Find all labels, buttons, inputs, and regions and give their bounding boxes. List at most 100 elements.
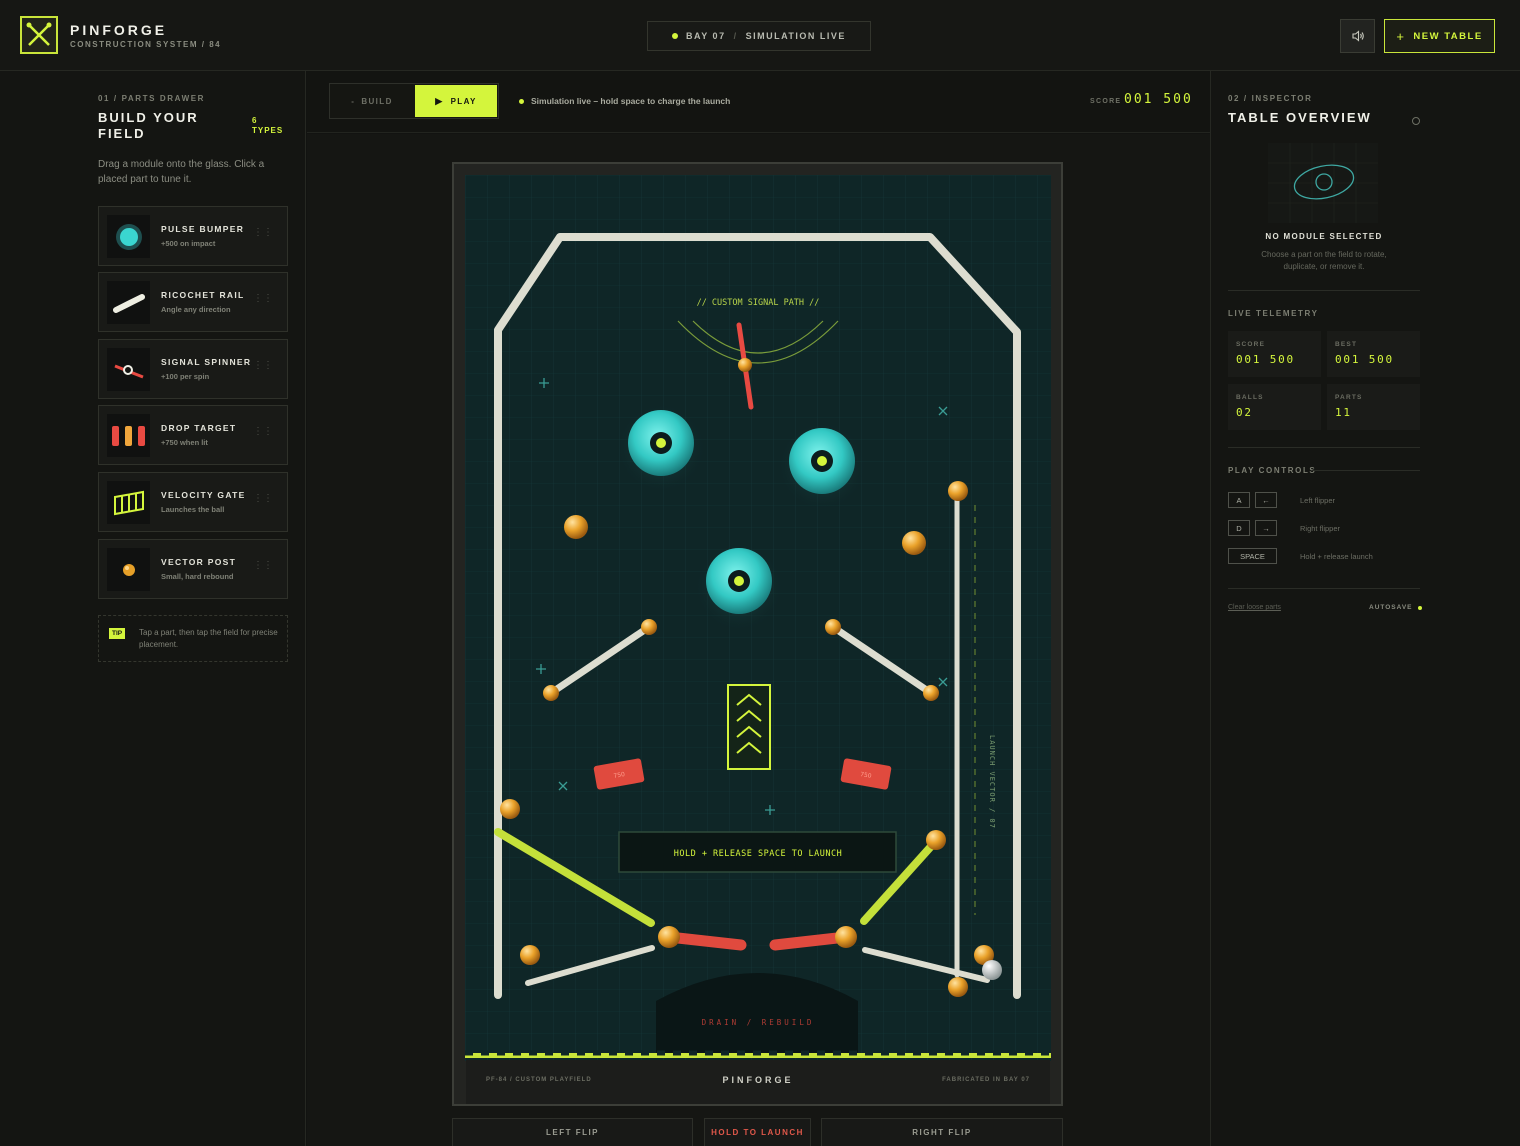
part-velocity-gate[interactable]: VELOCITY GATE Launches the ball ⋮⋮ [98,472,288,532]
simulation-status: BAY 07 / SIMULATION LIVE [647,21,871,51]
telemetry-section-label: LIVE TELEMETRY [1228,309,1319,318]
brand-subtitle: CONSTRUCTION SYSTEM / 84 [70,40,222,49]
playfield[interactable]: LAUNCH VECTOR / 07 // CUSTOM SIGNAL PATH… [465,175,1051,1061]
part-name: PULSE BUMPER [161,224,245,234]
part-drop-target[interactable]: DROP TARGET +750 when lit ⋮⋮ [98,405,288,465]
app-header: PINFORGE CONSTRUCTION SYSTEM / 84 BAY 07… [0,0,1520,71]
bay-label: BAY 07 [686,31,726,41]
autosave-dot-icon [1417,605,1422,610]
fabrication-note: FABRICATED IN BAY 07 [942,1077,1030,1083]
pulse-bumper[interactable] [617,404,705,492]
control-description: Right flipper [1300,524,1341,533]
telemetry-label: BALLS [1236,394,1264,401]
build-mode-button[interactable]: - BUILD [330,84,414,118]
vector-post[interactable] [902,531,926,555]
vector-post[interactable] [948,481,968,501]
drag-handle-icon[interactable]: ⋮⋮ [253,361,273,371]
telemetry-value: 001 500 [1236,353,1295,366]
launch-vector-label: LAUNCH VECTOR / 07 [988,735,996,829]
divider [1312,470,1420,471]
velocity-gate-icon [107,481,150,524]
sound-toggle-button[interactable] [1340,19,1375,53]
key-right-arrow: → [1255,520,1277,536]
telemetry-value: 02 [1236,406,1253,419]
divider [1228,290,1420,291]
telemetry-value: 11 [1335,406,1352,419]
placement-tip: TIP Tap a part, then tap the field for p… [98,615,288,662]
pinball [982,960,1002,980]
telemetry-parts: PARTS 11 [1327,384,1420,430]
hold-to-launch-button[interactable]: HOLD TO LAUNCH [704,1118,811,1146]
parts-drawer-description: Drag a module onto the glass. Click a pl… [98,159,265,185]
no-module-title: NO MODULE SELECTED [1265,232,1383,241]
telemetry-best: BEST 001 500 [1327,331,1420,377]
drag-handle-icon[interactable]: ⋮⋮ [253,228,273,238]
plus-icon: + [1396,28,1406,44]
no-module-hint: Choose a part on the field to rotate, du… [1261,250,1387,271]
part-description: Small, hard rebound [161,572,234,581]
part-signal-spinner[interactable]: SIGNAL SPINNER +100 per spin ⋮⋮ [98,339,288,399]
key-d: D [1228,520,1250,536]
vector-post[interactable] [564,515,588,539]
part-name: VECTOR POST [161,557,237,567]
play-label: PLAY [450,96,477,106]
part-vector-post[interactable]: VECTOR POST Small, hard rebound ⋮⋮ [98,539,288,599]
pinforge-logo-icon [20,16,58,54]
score-label: SCORE [1090,98,1122,105]
autosave-label: AUTOSAVE [1369,604,1413,611]
ricochet-rail-icon [107,281,150,324]
key-a: A [1228,492,1250,508]
part-description: Launches the ball [161,505,225,514]
new-table-button[interactable]: + NEW TABLE [1384,19,1495,53]
telemetry-score: SCORE 001 500 [1228,331,1321,377]
right-flip-button[interactable]: RIGHT FLIP [821,1118,1063,1146]
control-description: Left flipper [1300,496,1336,505]
build-dash-icon: - [351,96,356,106]
part-pulse-bumper[interactable]: PULSE BUMPER +500 on impact ⋮⋮ [98,206,288,266]
mode-switch: - BUILD ▶ PLAY [329,83,499,119]
pulse-bumper[interactable] [695,543,783,631]
launch-prompt: HOLD + RELEASE SPACE TO LAUNCH [674,849,843,859]
drag-handle-icon[interactable]: ⋮⋮ [253,494,273,504]
drag-handle-icon[interactable]: ⋮⋮ [253,427,273,437]
telemetry-value: 001 500 [1335,353,1394,366]
play-mode-button[interactable]: ▶ PLAY [415,85,497,117]
key-left-arrow: ← [1255,492,1277,508]
signal-path-label: // CUSTOM SIGNAL PATH // [697,298,820,308]
live-dot-icon [672,33,679,39]
speaker-icon [1351,30,1364,42]
part-description: Angle any direction [161,305,231,314]
pulse-bumper-icon [107,215,150,258]
drag-handle-icon[interactable]: ⋮⋮ [253,561,273,571]
build-label: BUILD [361,96,393,106]
part-types-count: 6 TYPES [252,116,284,135]
table-overview-minimap [1268,143,1378,223]
simulation-message-text: Simulation live – hold space to charge t… [531,96,731,106]
new-table-label: NEW TABLE [1413,30,1483,42]
control-description: Hold + release launch [1300,552,1373,561]
drag-handle-icon[interactable]: ⋮⋮ [253,294,273,304]
part-description: +750 when lit [161,438,208,447]
drain-label: DRAIN / REBUILD [702,1018,815,1027]
part-description: +500 on impact [161,239,216,248]
play-icon: ▶ [435,95,444,106]
part-ricochet-rail[interactable]: RICOCHET RAIL Angle any direction ⋮⋮ [98,272,288,332]
live-dot-icon [519,98,524,104]
inspector-section-label: 02 / INSPECTOR [1228,94,1313,103]
part-name: DROP TARGET [161,423,237,433]
status-separator: / [733,31,738,41]
telemetry-balls: BALLS 02 [1228,384,1321,430]
controls-section-label: PLAY CONTROLS [1228,466,1317,475]
velocity-gate[interactable] [727,684,771,770]
tip-text: Tap a part, then tap the field for preci… [139,628,278,649]
left-flip-button[interactable]: LEFT FLIP [452,1118,693,1146]
drop-target-icon [107,414,150,457]
simulation-message: Simulation live – hold space to charge t… [519,96,730,106]
pulse-bumper[interactable] [778,422,866,510]
parts-drawer-title: BUILD YOUR FIELD [98,110,199,141]
status-label: SIMULATION LIVE [745,31,846,41]
clear-loose-parts-link[interactable]: Clear loose parts [1228,604,1281,611]
brand-name: PINFORGE [70,22,168,38]
telemetry-label: BEST [1335,341,1358,348]
telemetry-label: PARTS [1335,394,1363,401]
